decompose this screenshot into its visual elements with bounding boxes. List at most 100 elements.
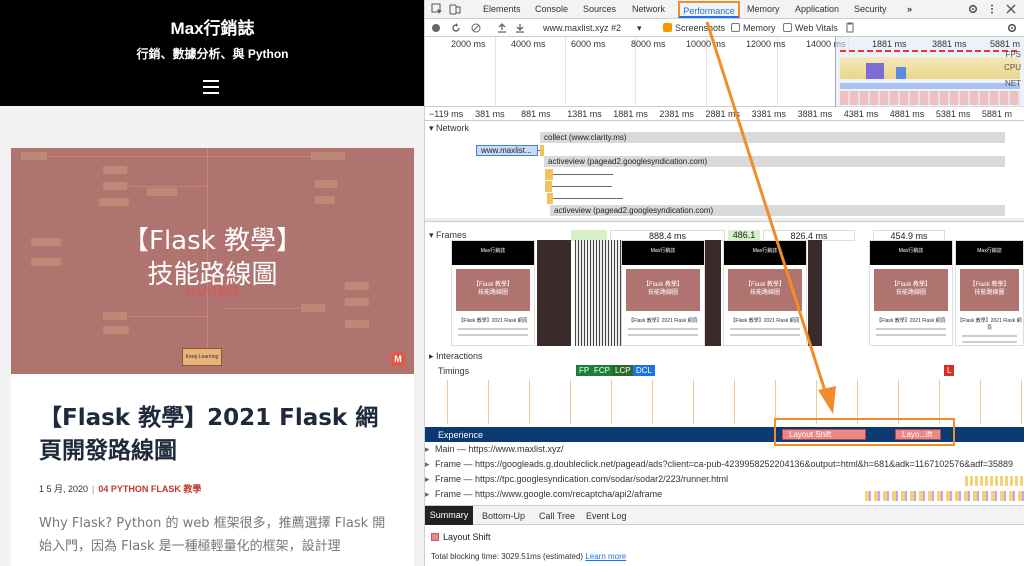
post-title[interactable]: 【Flask 教學】2021 Flask 網頁開發路線圖 [39, 402, 399, 468]
timings-label: Timings [438, 366, 470, 376]
interactions-label: Interactions [436, 351, 483, 361]
timing-marker-dcl[interactable]: DCL [633, 365, 656, 376]
experience-label: Experience [438, 430, 484, 440]
chevron-down-icon: ▾ [429, 230, 437, 240]
overview-tick: 10000 ms [686, 39, 726, 49]
overview-selection-window[interactable]: 1881 ms 3881 ms 5881 m [835, 37, 1024, 107]
net-label: NET [1005, 79, 1021, 88]
screenshots-checkbox[interactable]: Screenshots [663, 23, 725, 33]
network-request-bar[interactable] [540, 145, 544, 156]
web-vitals-checkbox[interactable]: Web Vitals [783, 23, 838, 33]
tab-summary[interactable]: Summary [425, 506, 473, 525]
network-label: Network [436, 123, 470, 133]
post-category-link[interactable]: 04 PYTHON FLASK 教學 [98, 484, 201, 494]
screenshot-thumbnail[interactable]: Max行銷誌 【Flask 教學】 技能路線圖 【Flask 教學】2021 Fl… [621, 240, 705, 346]
kebab-menu-icon[interactable] [986, 3, 998, 15]
ruler-tick: 881 ms [521, 109, 551, 119]
bottom-tabbar: Summary Bottom-Up Call Tree Event Log [425, 505, 1024, 525]
screenshot-thumbnail[interactable]: Max行銷誌 【Flask 教學】 技能路線圖 【Flask 教學】2021 Fl… [869, 240, 953, 346]
tab-call-tree[interactable]: Call Tree [539, 511, 575, 521]
memory-checkbox[interactable]: Memory [731, 23, 776, 33]
hamburger-menu-icon[interactable] [203, 80, 219, 94]
post-date: 1 5 月, 2020 [39, 484, 89, 494]
tab-application[interactable]: Application [795, 4, 839, 14]
overview-tick: 2000 ms [451, 39, 486, 49]
checkbox-icon [783, 23, 792, 32]
interactions-track-label[interactable]: ▸ Interactions [429, 351, 483, 362]
thread-label: Main — https://www.maxlist.xyz/ [435, 444, 564, 454]
more-tabs-icon[interactable]: » [907, 4, 912, 14]
network-request-bar[interactable]: activeview (pagead2.googlesyndication.co… [544, 156, 1005, 167]
time-ruler: −119 ms 381 ms 881 ms 1381 ms 1881 ms 2381 ms… [425, 107, 1024, 121]
overview-tick: 4000 ms [511, 39, 546, 49]
network-request-bar[interactable]: activeview (pagead2.googlesyndication.co… [550, 205, 1005, 216]
network-request-bar[interactable]: collect (www.clarity.ms) [540, 132, 1005, 143]
tab-sources[interactable]: Sources [583, 4, 616, 14]
ruler-tick: 3381 ms [751, 109, 787, 119]
learn-more-link[interactable]: Learn more [585, 552, 626, 561]
overview-window-tick: 3881 ms [932, 39, 967, 49]
tab-elements[interactable]: Elements [483, 4, 521, 14]
ruler-tick: 5381 ms [935, 109, 971, 119]
tab-bottom-up[interactable]: Bottom-Up [482, 511, 525, 521]
timeline-overview[interactable]: 2000 ms 4000 ms 6000 ms 8000 ms 10000 ms… [425, 37, 1024, 107]
tab-performance[interactable]: Performance [678, 1, 740, 18]
thread-row-frame[interactable]: ▸ Frame — https://www.google.com/recaptch… [425, 489, 1024, 503]
capture-settings-gear-icon[interactable] [1006, 22, 1018, 34]
chevron-right-icon: ▸ [425, 444, 430, 454]
tab-console[interactable]: Console [535, 4, 568, 14]
site-title[interactable]: Max行銷誌 [0, 14, 424, 39]
settings-gear-icon[interactable] [967, 3, 979, 15]
ruler-tick: 4881 ms [889, 109, 925, 119]
post-meta: 1 5 月, 2020 | 04 PYTHON FLASK 教學 [39, 482, 201, 495]
timing-marker-fcp[interactable]: FCP [591, 365, 613, 376]
network-request-bar[interactable] [545, 181, 552, 192]
download-profile-icon[interactable] [515, 23, 525, 33]
network-request-bar[interactable] [545, 169, 553, 180]
checkbox-checked-icon [663, 23, 672, 32]
inspect-element-icon[interactable] [431, 3, 443, 15]
close-devtools-icon[interactable] [1005, 3, 1017, 15]
thread-row-frame[interactable]: ▸ Frame — https://tpc.googlesyndication.c… [425, 474, 1024, 488]
tab-network[interactable]: Network [632, 4, 665, 14]
devtools-tabbar: Elements Console Sources Network Perform… [425, 0, 1024, 19]
clear-icon[interactable] [471, 23, 481, 33]
chevron-right-icon: ▸ [425, 459, 430, 469]
overview-window-tick: 1881 ms [872, 39, 907, 49]
thread-label: Frame — https://googleads.g.doubleclick.… [435, 459, 1014, 469]
thread-row-frame[interactable]: ▸ Frame — https://googleads.g.doubleclick… [425, 459, 1024, 473]
tab-memory[interactable]: Memory [747, 4, 780, 14]
thread-row-main[interactable]: ▸ Main — https://www.maxlist.xyz/ [425, 444, 1024, 458]
chevron-down-icon: ▾ [429, 123, 437, 133]
timing-marker-load[interactable]: L [944, 365, 955, 376]
recording-select-value: www.maxlist.xyz #2 [543, 23, 622, 33]
blocking-time-text: Total blocking time: 3029.51ms (estimate… [431, 552, 584, 561]
reload-record-icon[interactable] [451, 23, 461, 33]
screenshot-thumbnail[interactable]: Max行銷誌 【Flask 教學】 技能路線圖 【Flask 教學】2021 Fl… [723, 240, 807, 346]
timing-marker-fp[interactable]: FP [576, 365, 593, 376]
tab-security[interactable]: Security [854, 4, 887, 14]
network-track: ▾ Network collect (www.clarity.ms) www.m… [425, 121, 1024, 222]
trash-icon[interactable] [845, 22, 855, 33]
site-tagline: 行銷、數據分析、與 Python [136, 47, 289, 61]
overview-tick: 12000 ms [746, 39, 786, 49]
device-toolbar-icon[interactable] [449, 3, 461, 15]
ruler-tick: 2881 ms [705, 109, 740, 119]
timing-marker-lcp[interactable]: LCP [612, 365, 634, 376]
ruler-tick: 2381 ms [659, 109, 694, 119]
ruler-tick: 381 ms [475, 109, 505, 119]
meta-separator: | [92, 484, 95, 494]
recording-select[interactable]: www.maxlist.xyz #2 ▾ [543, 23, 655, 36]
network-track-label[interactable]: ▾ Network [429, 123, 469, 134]
fps-label: FPS [1005, 50, 1021, 59]
screenshot-thumbnail[interactable]: Max行銷誌 【Flask 教學】 技能路線圖 【Flask 教學】2021 Fl… [451, 240, 535, 346]
featured-image[interactable]: 【Flask 教學】 技能路線圖 Max行銷誌 Keep Learning M [11, 148, 414, 374]
record-icon[interactable] [431, 23, 441, 33]
keep-learning-node: Keep Learning [182, 348, 222, 366]
layout-shift-swatch [431, 533, 439, 541]
screenshot-thumbnail[interactable]: Max行銷誌 【Flask 教學】 技能路線圖 【Flask 教學】2021 Fl… [955, 240, 1024, 346]
chevron-right-icon: ▸ [425, 489, 430, 499]
network-request-bar[interactable]: www.maxlist... [476, 145, 538, 156]
upload-profile-icon[interactable] [497, 23, 507, 33]
tab-event-log[interactable]: Event Log [586, 511, 627, 521]
